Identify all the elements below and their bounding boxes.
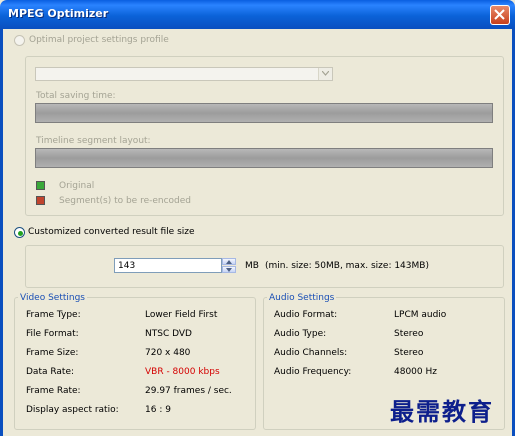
video-row-label: Frame Type: <box>26 310 81 320</box>
watermark-logo: 最需教育 <box>390 397 494 426</box>
window-border-left <box>0 29 3 436</box>
original-legend-label: Original <box>59 181 95 191</box>
audio-row-label: Audio Format: <box>274 310 338 320</box>
audio-row-label: Audio Frequency: <box>274 367 352 377</box>
video-row-label: File Format: <box>26 329 79 339</box>
optimal-profile-radio[interactable] <box>14 35 25 46</box>
video-row-value: 16 : 9 <box>145 405 171 415</box>
original-legend-swatch <box>36 181 45 190</box>
close-icon <box>494 9 505 20</box>
file-size-input[interactable]: 143 <box>114 258 222 273</box>
window-title: MPEG Optimizer <box>8 7 109 20</box>
reencoded-legend-label: Segment(s) to be re-encoded <box>59 196 192 206</box>
video-row-value: Lower Field First <box>145 310 218 320</box>
reencoded-legend-swatch <box>36 196 45 205</box>
dropdown-button[interactable] <box>318 68 332 80</box>
video-row-label: Frame Size: <box>26 348 79 358</box>
timeline-segment-bar <box>35 148 493 168</box>
radio-selected-dot <box>18 231 23 236</box>
customized-size-label: Customized converted result file size <box>28 227 195 237</box>
arrow-up-icon <box>226 260 232 264</box>
file-size-unit: MB <box>245 261 259 271</box>
video-row-value: 720 x 480 <box>145 348 191 358</box>
chevron-down-icon <box>322 71 329 76</box>
file-size-range-note: (min. size: 50MB, max. size: 143MB) <box>265 261 429 271</box>
audio-row-value: LPCM audio <box>394 310 447 320</box>
audio-settings-title: Audio Settings <box>267 293 337 303</box>
arrow-down-icon <box>226 268 232 272</box>
spin-up-button[interactable] <box>222 258 236 265</box>
video-settings-title: Video Settings <box>18 293 87 303</box>
video-row-label: Data Rate: <box>26 367 75 377</box>
close-button[interactable] <box>490 5 510 25</box>
spin-down-button[interactable] <box>222 266 236 273</box>
total-saving-time-label: Total saving time: <box>36 91 116 101</box>
video-row-label: Display aspect ratio: <box>26 405 119 415</box>
customized-size-radio[interactable] <box>14 227 25 238</box>
file-size-value: 143 <box>118 261 136 271</box>
file-size-stepper[interactable] <box>222 258 236 273</box>
profile-dropdown[interactable] <box>35 67 333 81</box>
audio-row-value: Stereo <box>394 348 424 358</box>
timeline-segment-label: Timeline segment layout: <box>36 136 151 146</box>
audio-row-label: Audio Channels: <box>274 348 348 358</box>
optimal-profile-label: Optimal project settings profile <box>29 35 169 45</box>
title-bar[interactable]: MPEG Optimizer <box>0 0 515 29</box>
video-row-value: NTSC DVD <box>145 329 192 339</box>
total-saving-time-bar <box>35 103 493 123</box>
data-rate-value: VBR - 8000 kbps <box>145 367 220 377</box>
audio-row-value: Stereo <box>394 329 424 339</box>
audio-row-label: Audio Type: <box>274 329 327 339</box>
video-row-value: 29.97 frames / sec. <box>145 386 232 396</box>
video-row-label: Frame Rate: <box>26 386 81 396</box>
audio-row-value: 48000 Hz <box>394 367 437 377</box>
